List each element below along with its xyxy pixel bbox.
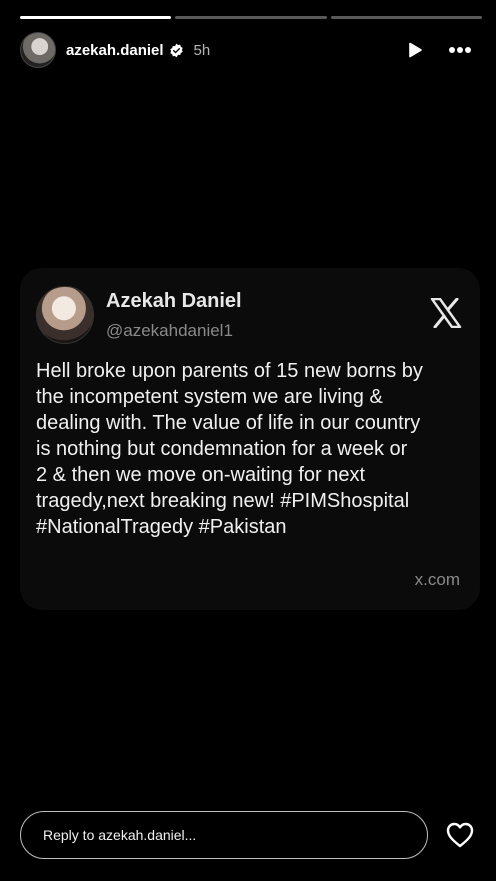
tweet-header: Azekah Daniel @azekahdaniel1 (36, 286, 464, 344)
progress-fill (20, 16, 172, 19)
play-icon[interactable] (406, 41, 424, 59)
verified-badge-icon (169, 43, 184, 58)
tweet-author: Azekah Daniel @azekahdaniel1 (106, 286, 242, 341)
username[interactable]: azekah.daniel (66, 42, 164, 59)
tweet-display-name: Azekah Daniel (106, 290, 242, 312)
post-time: 5h (193, 41, 211, 59)
story-viewer: azekah.daniel 5h Azekah Daniel @azekahda… (0, 0, 496, 881)
tweet-text: Hell broke upon parents of 15 new borns … (36, 360, 423, 538)
story-progress-bar (20, 16, 482, 19)
header-actions (406, 41, 476, 59)
reply-input[interactable] (20, 811, 428, 859)
story-header: azekah.daniel 5h (20, 30, 476, 70)
progress-segment (330, 16, 482, 19)
progress-segment (175, 16, 327, 19)
x-logo-icon (430, 297, 462, 333)
story-footer (20, 810, 476, 860)
tweet-avatar (36, 286, 94, 344)
progress-segment (20, 16, 172, 19)
tweet-card[interactable]: Azekah Daniel @azekahdaniel1 Hell broke … (20, 268, 480, 610)
tweet-source-domain: x.com (414, 570, 460, 589)
user-avatar[interactable] (20, 32, 56, 68)
tweet-handle: @azekahdaniel1 (106, 321, 233, 340)
heart-icon[interactable] (446, 822, 474, 848)
more-horizontal-icon[interactable] (448, 46, 472, 54)
